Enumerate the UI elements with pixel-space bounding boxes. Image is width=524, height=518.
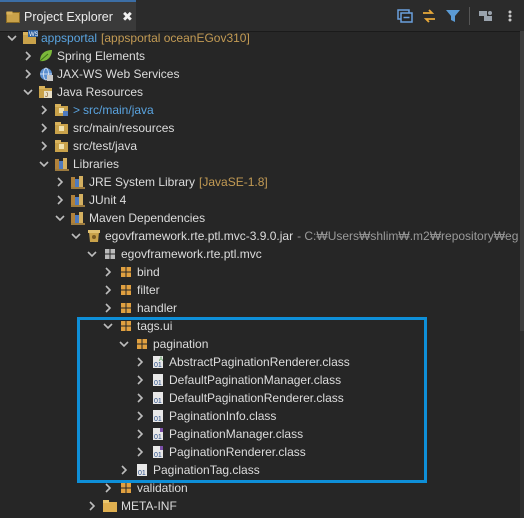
tree-item-label: egovframework.rte.ptl.mvc-3.9.0.jar — [105, 229, 294, 243]
tree-item-package-root[interactable]: egovframework.rte.ptl.mvc — [0, 245, 524, 263]
tree-item-label: Spring Elements — [57, 49, 146, 63]
tree-item-label: Maven Dependencies — [89, 211, 206, 225]
view-titlebar: Project Explorer ✖ — [0, 0, 524, 32]
collapsed-arrow-icon[interactable] — [86, 500, 98, 512]
view-menu-icon[interactable] — [500, 7, 520, 25]
source-folder-icon — [54, 139, 70, 153]
tree-item-maven-dependencies[interactable]: Maven Dependencies — [0, 209, 524, 227]
focus-icon[interactable] — [476, 7, 496, 25]
tree-item-java-resources[interactable]: J Java Resources — [0, 83, 524, 101]
spring-leaf-icon — [38, 49, 54, 63]
collapsed-arrow-icon[interactable] — [22, 50, 34, 62]
tree-item-decoration: - C:₩Users₩shlim₩.m2₩repository₩eg — [297, 229, 519, 243]
library-icon — [54, 157, 70, 171]
expanded-arrow-icon[interactable] — [6, 32, 18, 44]
expanded-arrow-icon[interactable] — [54, 212, 66, 224]
collapsed-arrow-icon[interactable] — [54, 194, 66, 206]
collapsed-arrow-icon[interactable] — [102, 266, 114, 278]
expanded-arrow-icon[interactable] — [70, 230, 82, 242]
view-toolbar — [395, 0, 524, 31]
tree-item-jre-system-library[interactable]: JRE System Library [JavaSE-1.8] — [0, 173, 524, 191]
outgoing-change-marker: > — [73, 103, 81, 117]
package-icon — [118, 301, 134, 315]
collapsed-arrow-icon[interactable] — [38, 104, 50, 116]
library-icon — [70, 193, 86, 207]
collapsed-arrow-icon[interactable] — [22, 68, 34, 80]
tree-item-jar[interactable]: egovframework.rte.ptl.mvc-3.9.0.jar - C:… — [0, 227, 524, 245]
toolbar-separator — [469, 6, 470, 25]
tab-label: Project Explorer — [24, 9, 113, 24]
tree-item-label: appsportal — [41, 31, 98, 45]
tree-item-label: src/test/java — [73, 139, 138, 153]
web-services-icon — [38, 67, 54, 81]
package-icon — [118, 265, 134, 279]
tree-item-label: src/main/resources — [73, 121, 175, 135]
collapsed-arrow-icon[interactable] — [102, 284, 114, 296]
tree-item-package-bind[interactable]: bind — [0, 263, 524, 281]
tree-item-package-handler[interactable]: handler — [0, 299, 524, 317]
tree-item-label: bind — [137, 265, 160, 279]
tree-item-label: egovframework.rte.ptl.mvc — [121, 247, 262, 261]
library-icon — [70, 175, 86, 189]
collapsed-arrow-icon[interactable] — [102, 302, 114, 314]
collapsed-arrow-icon[interactable] — [102, 482, 114, 494]
tree-item-decoration: [JavaSE-1.8] — [199, 175, 268, 189]
tree-item-meta-inf[interactable]: META-INF — [0, 497, 524, 515]
source-folder-icon — [54, 121, 70, 135]
tree-item-decoration: [appsportal oceanEGov310] — [101, 31, 250, 45]
vertical-scrollbar[interactable] — [520, 31, 524, 518]
tree-item-label: handler — [137, 301, 178, 315]
tab-project-explorer[interactable]: Project Explorer ✖ — [0, 0, 136, 31]
package-icon — [118, 481, 134, 495]
tree-item-label: src/main/java — [83, 103, 154, 117]
tree-item-label: META-INF — [121, 499, 177, 513]
tree-item-label: Libraries — [73, 157, 120, 171]
tree-item-spring-elements[interactable]: Spring Elements — [0, 47, 524, 65]
jar-icon — [86, 229, 102, 243]
tree-item-src-main-java[interactable]: > src/main/java — [0, 101, 524, 119]
tree-item-src-main-resources[interactable]: src/main/resources — [0, 119, 524, 137]
collapsed-arrow-icon[interactable] — [54, 176, 66, 188]
java-resources-icon: J — [38, 85, 54, 99]
source-folder-icon — [54, 103, 70, 117]
filter-icon[interactable] — [443, 7, 463, 25]
expanded-arrow-icon[interactable] — [86, 248, 98, 260]
highlight-box — [77, 317, 427, 483]
tree-item-label: filter — [137, 283, 160, 297]
close-icon[interactable]: ✖ — [122, 9, 133, 25]
tree-item-label: JAX-WS Web Services — [57, 67, 180, 81]
library-icon — [70, 211, 86, 225]
tree-item-jaxws[interactable]: JAX-WS Web Services — [0, 65, 524, 83]
tree-item-junit[interactable]: JUnit 4 — [0, 191, 524, 209]
tree-item-label: JUnit 4 — [89, 193, 127, 207]
expanded-arrow-icon[interactable] — [38, 158, 50, 170]
scrollbar-thumb[interactable] — [520, 31, 524, 331]
tree-item-project[interactable]: WS appsportal [appsportal oceanEGov310] — [0, 29, 524, 47]
project-explorer-icon — [6, 11, 20, 23]
svg-text:J: J — [45, 93, 48, 99]
tree-item-label: validation — [137, 481, 188, 495]
tree-item-package-filter[interactable]: filter — [0, 281, 524, 299]
svg-text:WS: WS — [29, 32, 38, 38]
package-icon — [102, 247, 118, 261]
package-icon — [118, 283, 134, 297]
collapse-all-icon[interactable] — [395, 7, 415, 25]
expanded-arrow-icon[interactable] — [22, 86, 34, 98]
collapsed-arrow-icon[interactable] — [38, 122, 50, 134]
folder-icon — [102, 499, 118, 513]
link-with-editor-icon[interactable] — [419, 7, 439, 25]
tree-item-label: Java Resources — [57, 85, 144, 99]
collapsed-arrow-icon[interactable] — [38, 140, 50, 152]
tree-item-label: JRE System Library — [89, 175, 196, 189]
tree-item-src-test-java[interactable]: src/test/java — [0, 137, 524, 155]
web-project-icon: WS — [22, 30, 38, 45]
tree-item-libraries[interactable]: Libraries — [0, 155, 524, 173]
